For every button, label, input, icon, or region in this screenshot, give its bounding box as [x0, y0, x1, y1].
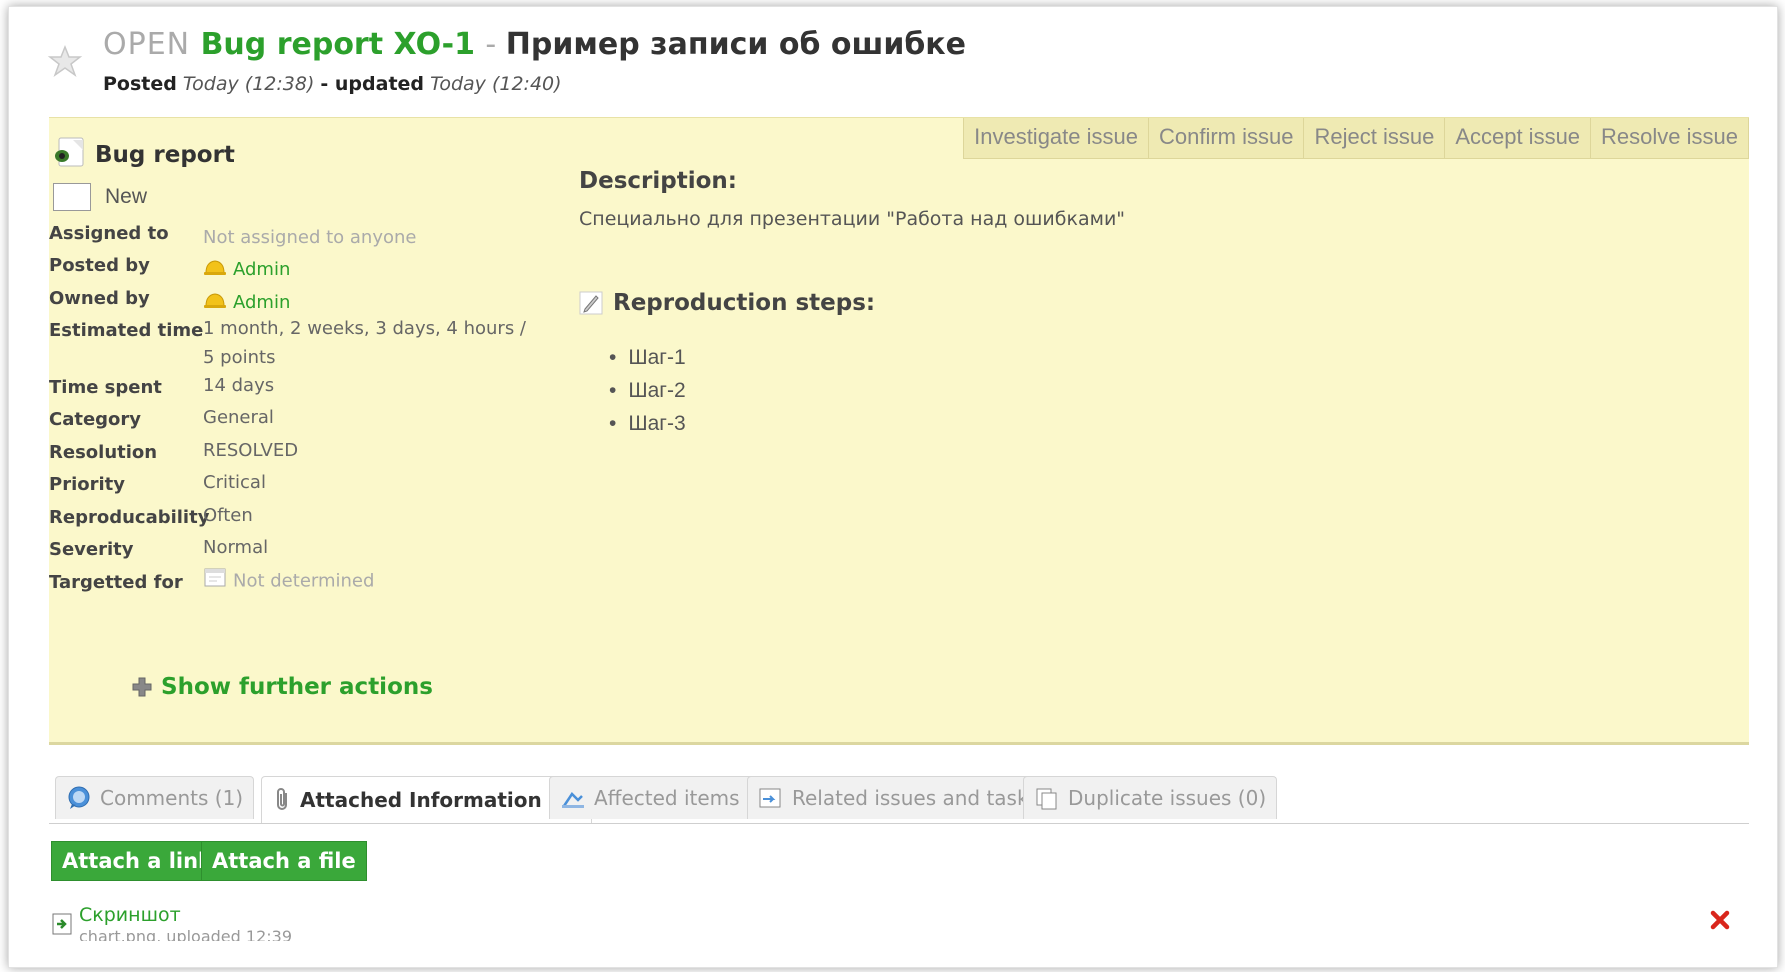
accept-issue-button[interactable]: Accept issue	[1444, 118, 1592, 159]
field-value[interactable]: General	[203, 403, 533, 432]
field-value[interactable]: Often	[203, 501, 533, 530]
field-label: Severity	[49, 539, 134, 560]
issue-type-label: Bug report	[95, 142, 235, 168]
status-value: New	[105, 185, 148, 208]
issue-page: OPEN Bug report XO-1 - Пример записи об …	[8, 6, 1778, 968]
field-label: Targetted for	[49, 572, 183, 593]
repro-step: Шаг-2	[628, 379, 685, 412]
field-label: Posted by	[49, 255, 150, 276]
field-label: Estimated time	[49, 320, 204, 341]
posted-info: Posted Today (12:38) - updated Today (12…	[103, 73, 562, 95]
issue-type-row: Bug report	[53, 136, 235, 174]
tab-label: Comments (1)	[100, 786, 244, 810]
field-value: Not determined	[203, 566, 533, 597]
delete-icon[interactable]	[1709, 909, 1731, 935]
field-value[interactable]: RESOLVED	[203, 436, 533, 465]
tab-label: Attached Information (1)	[300, 788, 581, 812]
issue-status-label: OPEN	[103, 27, 191, 62]
related-issues-icon	[758, 786, 784, 810]
posted-by-user-link[interactable]: Admin	[233, 259, 290, 280]
duplicate-issues-icon	[1034, 786, 1060, 810]
plus-icon	[131, 676, 153, 698]
file-download-icon[interactable]	[51, 912, 75, 940]
bug-icon	[53, 136, 87, 174]
comments-icon	[66, 786, 92, 810]
field-label: Reproducability	[49, 507, 210, 528]
attach-link-button[interactable]: Attach a link	[51, 841, 224, 881]
field-value: Admin	[203, 255, 533, 285]
file-meta: chart.png, uploaded 12:39	[79, 927, 292, 941]
issue-title: OPEN Bug report XO-1 - Пример записи об …	[103, 27, 966, 67]
reproduction-steps-heading: Reproduction steps:	[579, 290, 875, 316]
issue-title-text: Пример записи об ошибке	[505, 27, 967, 62]
field-value[interactable]: Normal	[203, 533, 533, 562]
posted-label: Posted	[103, 73, 177, 95]
reject-issue-button[interactable]: Reject issue	[1303, 118, 1446, 159]
paperclip-icon	[272, 787, 292, 813]
field-label: Priority	[49, 474, 125, 495]
title-separator: -	[485, 27, 506, 62]
show-further-actions-link[interactable]: Show further actions	[131, 674, 433, 700]
attach-file-button[interactable]: Attach a file	[201, 841, 367, 881]
status-row: New	[53, 183, 147, 211]
star-icon[interactable]	[47, 44, 83, 81]
issue-tabs: Comments (1) Attached Information (1) Af…	[49, 776, 1749, 824]
file-name-link[interactable]: Скриншот	[79, 904, 181, 926]
field-label: Time spent	[49, 377, 162, 398]
repro-step: Шаг-1	[628, 346, 685, 379]
description-text: Специально для презентации "Работа над о…	[579, 208, 1126, 230]
resolve-issue-button[interactable]: Resolve issue	[1590, 118, 1749, 159]
tab-comments[interactable]: Comments (1)	[55, 776, 255, 819]
tab-attached-information[interactable]: Attached Information (1)	[261, 776, 592, 823]
updated-label: - updated	[320, 73, 425, 95]
field-value[interactable]: 1 month, 2 weeks, 3 days, 4 hours / 5 po…	[203, 314, 533, 372]
repro-step: Шаг-3	[628, 412, 685, 445]
targetted-for-value[interactable]: Not determined	[233, 571, 374, 592]
pencil-icon[interactable]	[579, 291, 603, 315]
issue-number-link[interactable]: Bug report XO-1	[201, 27, 475, 62]
field-value[interactable]: Critical	[203, 468, 533, 497]
field-value[interactable]: 14 days	[203, 371, 533, 400]
field-label: Owned by	[49, 288, 150, 309]
field-label: Category	[49, 409, 142, 430]
user-icon	[203, 256, 227, 285]
confirm-issue-button[interactable]: Confirm issue	[1147, 118, 1305, 159]
reproduction-steps-list: Шаг-1 Шаг-2 Шаг-3	[628, 346, 685, 445]
repro-heading-label: Reproduction steps:	[613, 290, 876, 316]
tab-duplicate-issues[interactable]: Duplicate issues (0)	[1023, 776, 1278, 819]
investigate-issue-button[interactable]: Investigate issue	[963, 118, 1149, 159]
affected-items-icon	[560, 786, 586, 810]
field-label: Assigned to	[49, 223, 169, 244]
owned-by-user-link[interactable]: Admin	[233, 292, 290, 313]
workflow-actions: Investigate issue Confirm issue Reject i…	[963, 118, 1749, 159]
issue-details-panel: Investigate issue Confirm issue Reject i…	[49, 117, 1749, 745]
tab-label: Duplicate issues (0)	[1068, 786, 1267, 810]
status-color-box	[53, 183, 91, 211]
posted-time: Today (12:38)	[182, 73, 315, 95]
field-label: Resolution	[49, 442, 158, 463]
calendar-icon	[203, 566, 227, 597]
description-heading: Description:	[579, 168, 737, 194]
field-value[interactable]: Not assigned to anyone	[203, 223, 533, 252]
updated-time: Today (12:40)	[430, 73, 562, 95]
further-actions-label: Show further actions	[161, 674, 433, 700]
